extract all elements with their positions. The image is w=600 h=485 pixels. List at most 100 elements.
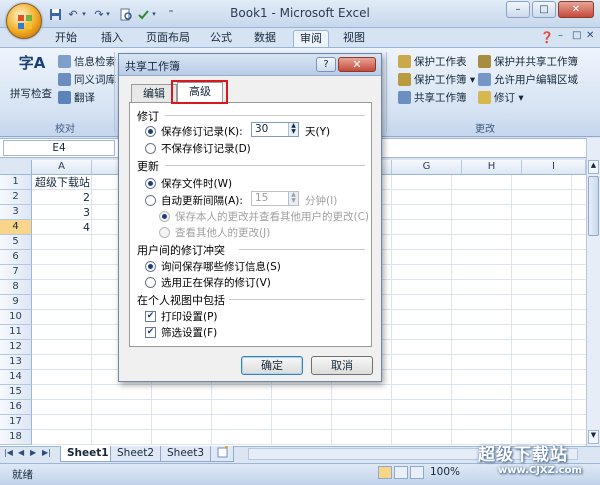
tab-review[interactable]: 审阅: [293, 30, 329, 47]
share-workbook-dialog: 共享工作簿 ? ✕ 编辑 高级 修订 保存修订记录(K): 30 ▲ ▼ 天(Y) …: [118, 53, 382, 382]
research-button[interactable]: 信息检索: [58, 54, 116, 69]
minimize-button[interactable]: –: [506, 1, 530, 18]
last-sheet-icon[interactable]: ▶|: [42, 448, 51, 457]
keep-history-radio[interactable]: 保存修订记录(K):: [145, 124, 243, 139]
page-break-view-icon[interactable]: [410, 466, 424, 479]
tab-insert[interactable]: 插入: [96, 30, 128, 47]
status-text: 就绪: [12, 469, 33, 481]
allow-edit-ranges-button[interactable]: 允许用户编辑区域: [478, 72, 578, 87]
name-box[interactable]: E4: [3, 140, 115, 156]
row-header[interactable]: 5: [0, 235, 32, 250]
close-button[interactable]: ✕: [558, 1, 594, 18]
cell-a1[interactable]: 超级下载站: [35, 175, 120, 190]
normal-view-icon[interactable]: [378, 466, 392, 479]
dialog-close-button[interactable]: ✕: [338, 57, 376, 72]
spelling-large-icon[interactable]: 字A: [14, 52, 50, 82]
no-history-radio[interactable]: 不保存修订记录(D): [145, 141, 251, 156]
minutes-unit-label: 分钟(I): [305, 195, 338, 207]
cancel-button[interactable]: 取消: [311, 356, 373, 375]
update-on-save-radio[interactable]: 保存文件时(W): [145, 176, 232, 191]
doc-close-button[interactable]: ✕: [586, 30, 594, 41]
row-header[interactable]: 15: [0, 385, 32, 400]
group-label-changes: 更改: [475, 124, 495, 135]
row-header[interactable]: 1: [0, 175, 32, 190]
tab-view[interactable]: 视图: [338, 30, 370, 47]
spinner-arrows-icon[interactable]: ▲ ▼: [288, 192, 298, 205]
row-header[interactable]: 14: [0, 370, 32, 385]
section-update: 更新: [137, 160, 159, 173]
auto-update-radio[interactable]: 自动更新间隔(A):: [145, 193, 243, 208]
doc-minimize-button[interactable]: –: [558, 30, 563, 41]
protect-sheet-button[interactable]: 保护工作表: [398, 54, 467, 69]
cell-a2[interactable]: 2: [32, 190, 90, 205]
page-layout-view-icon[interactable]: [394, 466, 408, 479]
thesaurus-button[interactable]: 同义词库: [58, 72, 116, 87]
highlight-box: [171, 80, 228, 104]
maximize-button[interactable]: □: [532, 1, 556, 18]
row-header[interactable]: 2: [0, 190, 32, 205]
saving-wins-radio[interactable]: 选用正在保存的修订(V): [145, 275, 271, 290]
filter-settings-checkbox[interactable]: ✔ 筛选设置(F): [145, 325, 217, 340]
protect-workbook-button[interactable]: 保护工作簿 ▾: [398, 72, 475, 87]
protect-and-share-button[interactable]: 保护并共享工作簿: [478, 54, 578, 69]
row-header[interactable]: 16: [0, 400, 32, 415]
section-conflicts: 用户间的修订冲突: [137, 244, 225, 257]
next-sheet-icon[interactable]: ▶: [30, 448, 36, 457]
row-header[interactable]: 9: [0, 295, 32, 310]
column-header[interactable]: I: [522, 160, 586, 175]
history-days-stepper[interactable]: 30 ▲ ▼: [251, 122, 299, 137]
select-all-corner[interactable]: [0, 160, 32, 175]
help-icon[interactable]: ❓: [540, 31, 554, 44]
just-view-radio[interactable]: 查看其他人的更改(J): [159, 225, 270, 240]
row-header[interactable]: 12: [0, 340, 32, 355]
office-button[interactable]: [6, 3, 42, 39]
tab-data[interactable]: 数据: [249, 30, 281, 47]
spinner-arrows-icon[interactable]: ▲ ▼: [288, 123, 298, 136]
checkmark-icon: ✔: [145, 327, 156, 338]
sheet-tab-sheet1[interactable]: Sheet1: [60, 446, 116, 462]
row-header[interactable]: 10: [0, 310, 32, 325]
vertical-scrollbar[interactable]: ▲ ▼: [586, 138, 600, 446]
doc-restore-button[interactable]: □: [572, 30, 581, 41]
tab-page-layout[interactable]: 页面布局: [141, 30, 195, 47]
research-icon: [58, 55, 71, 68]
cell-a3[interactable]: 3: [32, 205, 90, 220]
spelling-button[interactable]: 拼写检查: [10, 86, 52, 101]
sheet-tab-sheet2[interactable]: Sheet2: [110, 446, 162, 462]
dialog-title-bar: 共享工作簿 ? ✕: [119, 54, 381, 76]
section-divider: [239, 249, 365, 250]
sheet-tab-sheet3[interactable]: Sheet3: [160, 446, 212, 462]
cell-a4[interactable]: 4: [32, 220, 90, 235]
share-workbook-button[interactable]: 共享工作簿: [398, 90, 467, 105]
section-divider: [165, 165, 365, 166]
row-header[interactable]: 18: [0, 430, 32, 445]
row-header[interactable]: 6: [0, 250, 32, 265]
column-header[interactable]: H: [462, 160, 522, 175]
ok-button[interactable]: 确定: [241, 356, 303, 375]
prev-sheet-icon[interactable]: ◀: [18, 448, 24, 457]
translate-button[interactable]: 翻译: [58, 90, 95, 105]
first-sheet-icon[interactable]: |◀: [4, 448, 13, 457]
save-and-view-radio[interactable]: 保存本人的更改并查看其他用户的更改(C): [159, 209, 369, 224]
track-changes-button[interactable]: 修订 ▾: [478, 90, 524, 105]
row-header[interactable]: 3: [0, 205, 32, 220]
update-minutes-stepper[interactable]: 15 ▲ ▼: [251, 191, 299, 206]
print-settings-checkbox[interactable]: ✔ 打印设置(P): [145, 309, 218, 324]
scroll-thumb[interactable]: [588, 176, 599, 236]
scroll-up-icon[interactable]: ▲: [588, 160, 599, 174]
tab-formulas[interactable]: 公式: [205, 30, 237, 47]
insert-sheet-icon[interactable]: [210, 446, 234, 462]
row-header-selected[interactable]: 4: [0, 220, 32, 235]
row-header[interactable]: 7: [0, 265, 32, 280]
column-header[interactable]: A: [32, 160, 92, 175]
ask-conflict-radio[interactable]: 询问保存哪些修订信息(S): [145, 259, 281, 274]
row-header[interactable]: 17: [0, 415, 32, 430]
row-header[interactable]: 8: [0, 280, 32, 295]
tab-home[interactable]: 开始: [50, 30, 82, 47]
thesaurus-icon: [58, 73, 71, 86]
column-header[interactable]: G: [392, 160, 462, 175]
radio-selected-icon: [159, 211, 170, 222]
row-header[interactable]: 13: [0, 355, 32, 370]
row-header[interactable]: 11: [0, 325, 32, 340]
dialog-help-button[interactable]: ?: [316, 57, 336, 72]
